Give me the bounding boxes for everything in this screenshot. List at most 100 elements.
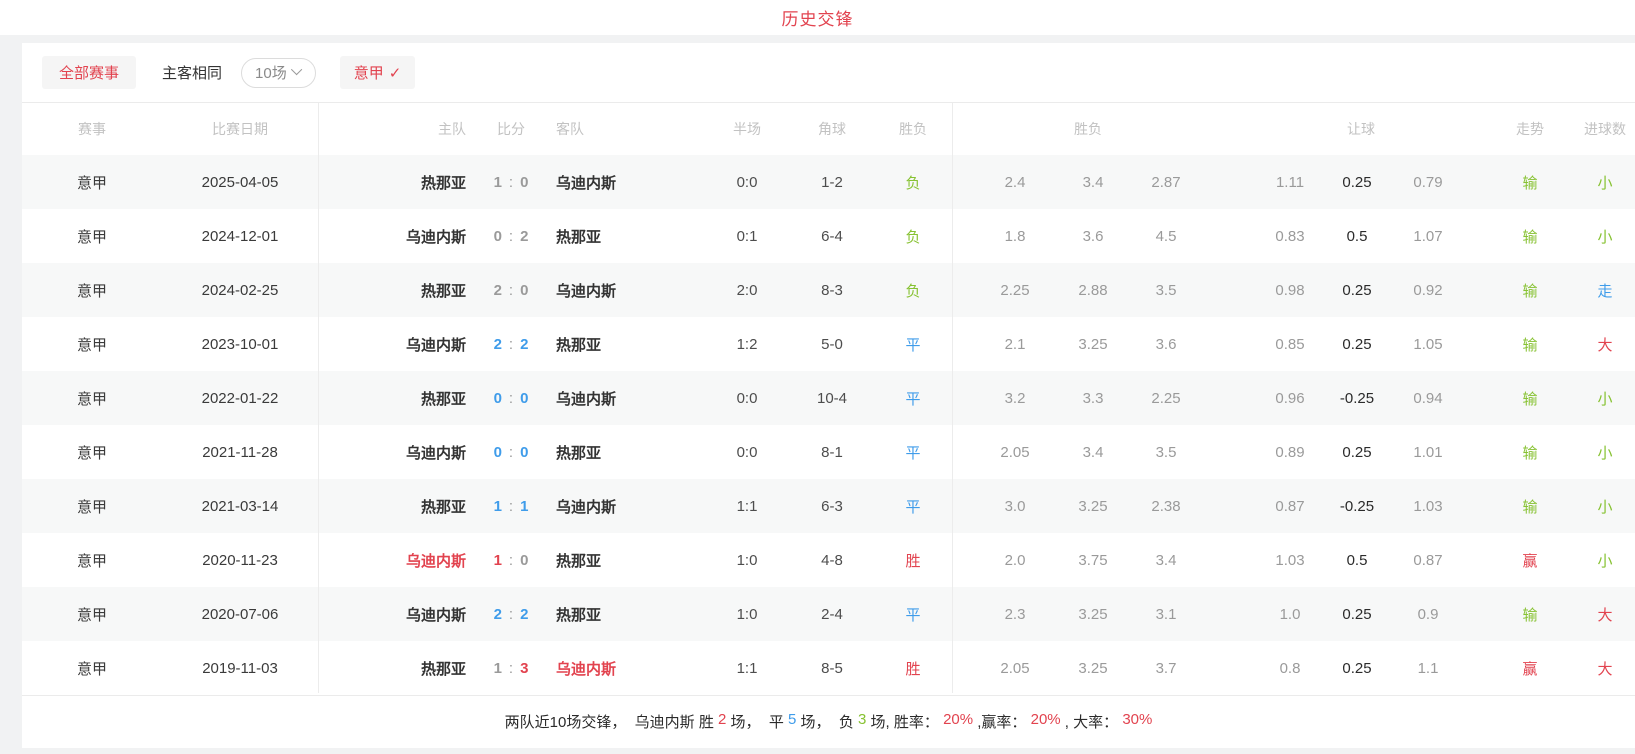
filter-same-venue-button[interactable]: 主客相同 (162, 62, 222, 83)
cell-odds-home: 1.8 (1004, 227, 1026, 245)
cell-date: 2021-03-14 (201, 497, 279, 515)
home-team: 热那亚 (420, 174, 466, 192)
cell-result: 负 (905, 228, 921, 246)
column-divider (952, 103, 953, 693)
table-header-row: 赛事 比赛日期 主队 比分 客队 半场 角球 胜负 胜负 让球 走势 进球数 (22, 103, 1635, 155)
cell-trend: 输 (1522, 444, 1538, 462)
table-row: 意甲 2022-01-22 热那亚 0:0 乌迪内斯 0:0 10-4 平 3.2 3.3 2.25… (22, 371, 1635, 425)
cell-trend: 赢 (1522, 552, 1538, 570)
cell-odds-away: 3.5 (1155, 443, 1177, 461)
cell-corners: 8-3 (821, 281, 843, 299)
cell-half-score: 2:0 (736, 281, 758, 299)
header-half: 半场 (733, 121, 761, 137)
home-team: 乌迪内斯 (405, 606, 466, 624)
cell-handicap-away: 1.01 (1413, 443, 1443, 461)
league-label: 意甲 (353, 65, 384, 82)
filter-league-button[interactable]: 意甲 ✓ (339, 56, 416, 89)
summary-segment: , 大率： (1060, 714, 1123, 731)
cell-handicap-home: 0.8 (1279, 659, 1301, 677)
cell-league: 意甲 (76, 444, 107, 462)
cell-date: 2025-04-05 (201, 173, 279, 191)
cell-handicap-home: 0.83 (1275, 227, 1305, 245)
filter-bar: 全部赛事 主客相同 10场 意甲 ✓ (22, 43, 1635, 103)
summary-segment: 场， 负 (796, 714, 859, 731)
header-league: 赛事 (78, 121, 106, 137)
cell-result: 平 (905, 606, 921, 624)
cell-score: 1:3 (493, 659, 529, 677)
home-team: 乌迪内斯 (405, 228, 466, 246)
cell-corners: 6-3 (821, 497, 843, 515)
cell-date: 2022-01-22 (201, 389, 279, 407)
header-goals: 进球数 (1584, 121, 1626, 137)
cell-handicap-home: 1.03 (1275, 551, 1305, 569)
cell-odds-away: 4.5 (1155, 227, 1177, 245)
check-icon: ✓ (388, 64, 402, 82)
header-away: 客队 (556, 121, 584, 137)
cell-trend: 赢 (1522, 660, 1538, 678)
cell-handicap-away: 1.1 (1417, 659, 1439, 677)
header-handicap-group: 让球 (1347, 121, 1375, 137)
cell-goals: 大 (1597, 336, 1613, 354)
cell-goals: 小 (1597, 174, 1613, 192)
table-body: 意甲 2025-04-05 热那亚 1:0 乌迪内斯 0:0 1-2 负 2.4 3.4 2.87 1… (22, 155, 1635, 695)
cell-odds-draw: 3.25 (1078, 497, 1108, 515)
cell-odds-away: 2.87 (1151, 173, 1181, 191)
header-trend: 走势 (1516, 121, 1544, 137)
page-title: 历史交锋 (781, 10, 854, 29)
cell-score: 0:2 (493, 227, 529, 245)
cell-handicap-home: 1.0 (1279, 605, 1301, 623)
cell-date: 2024-12-01 (201, 227, 279, 245)
home-team: 热那亚 (420, 282, 466, 300)
cell-goals: 大 (1597, 606, 1613, 624)
cell-half-score: 1:0 (736, 605, 758, 623)
cell-handicap-line: 0.25 (1342, 605, 1372, 623)
page-background: 全部赛事 主客相同 10场 意甲 ✓ 赛事 比赛日期 主队 比分 客队 半场 角… (0, 35, 1635, 754)
cell-half-score: 0:0 (736, 443, 758, 461)
cell-handicap-line: 0.5 (1346, 551, 1368, 569)
summary-segment: ,赢率： (973, 714, 1031, 731)
summary-segment: 30% (1122, 711, 1153, 728)
away-team: 热那亚 (556, 552, 602, 570)
cell-handicap-line: -0.25 (1339, 497, 1375, 515)
home-team: 热那亚 (420, 390, 466, 408)
cell-handicap-line: 0.25 (1342, 173, 1372, 191)
summary-segment: 3 (858, 711, 867, 728)
cell-odds-draw: 3.3 (1082, 389, 1104, 407)
summary-segment: 5 (788, 711, 797, 728)
cell-corners: 8-1 (821, 443, 843, 461)
cell-goals: 走 (1597, 282, 1613, 300)
away-team: 乌迪内斯 (556, 390, 617, 408)
home-team: 热那亚 (420, 498, 466, 516)
cell-date: 2019-11-03 (202, 659, 278, 677)
cell-score: 1:0 (493, 173, 529, 191)
cell-handicap-line: 0.25 (1342, 443, 1372, 461)
cell-odds-away: 3.6 (1155, 335, 1177, 353)
header-score: 比分 (497, 121, 525, 137)
cell-trend: 输 (1522, 282, 1538, 300)
cell-odds-away: 3.5 (1155, 281, 1177, 299)
cell-trend: 输 (1522, 606, 1538, 624)
cell-half-score: 1:0 (736, 551, 758, 569)
cell-trend: 输 (1522, 174, 1538, 192)
cell-handicap-away: 0.94 (1413, 389, 1443, 407)
cell-date: 2023-10-01 (201, 335, 279, 353)
cell-odds-away: 3.1 (1155, 605, 1177, 623)
cell-corners: 6-4 (821, 227, 843, 245)
cell-handicap-line: 0.25 (1342, 335, 1372, 353)
cell-odds-home: 2.1 (1004, 335, 1026, 353)
cell-handicap-line: 0.25 (1342, 281, 1372, 299)
cell-corners: 10-4 (816, 389, 848, 407)
cell-result: 负 (905, 174, 921, 192)
match-count-dropdown[interactable]: 10场 (241, 57, 316, 88)
cell-odds-home: 2.3 (1004, 605, 1026, 623)
summary-segment: 20% (1030, 711, 1061, 728)
match-count-value: 10场 (255, 65, 287, 82)
cell-handicap-home: 0.96 (1275, 389, 1305, 407)
filter-all-matches-button[interactable]: 全部赛事 (42, 56, 137, 89)
cell-result: 胜 (905, 552, 921, 570)
cell-goals: 大 (1597, 660, 1613, 678)
cell-trend: 输 (1522, 228, 1538, 246)
cell-league: 意甲 (76, 660, 107, 678)
table-row: 意甲 2021-11-28 乌迪内斯 0:0 热那亚 0:0 8-1 平 2.05 3.4 3.5 0… (22, 425, 1635, 479)
summary-segment: 两队近10场交锋， 乌迪内斯 胜 (504, 714, 719, 731)
